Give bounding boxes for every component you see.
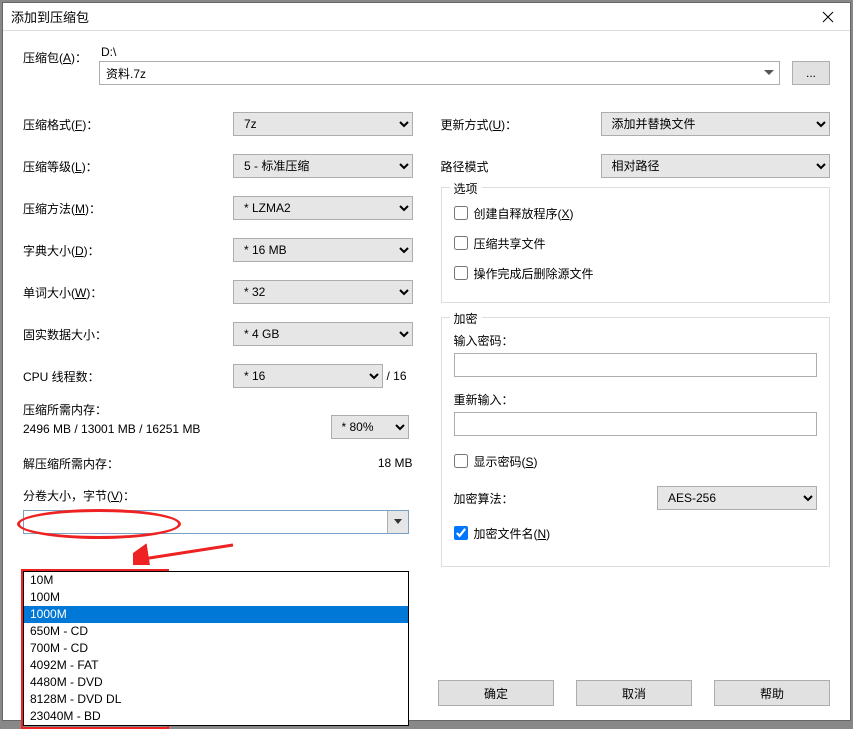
- ok-button[interactable]: 确定: [438, 680, 554, 706]
- password-input[interactable]: [454, 353, 818, 377]
- showpwd-checkbox[interactable]: [454, 454, 468, 468]
- compress-mem-row: 压缩所需内存： 2496 MB / 13001 MB / 16251 MB * …: [23, 401, 413, 439]
- dict-select[interactable]: * 16 MB: [233, 238, 413, 262]
- browse-button[interactable]: ...: [792, 61, 830, 85]
- pathmode-select[interactable]: 相对路径: [601, 154, 831, 178]
- format-select[interactable]: 7z: [233, 112, 413, 136]
- solid-row: 固实数据大小： * 4 GB: [23, 313, 413, 355]
- cpu-label: CPU 线程数：: [23, 368, 233, 385]
- solid-select[interactable]: * 4 GB: [233, 322, 413, 346]
- archive-name-input[interactable]: [99, 61, 780, 85]
- volume-option[interactable]: 8128M - DVD DL: [24, 691, 408, 708]
- update-row: 更新方式(U)： 添加并替换文件: [441, 103, 831, 145]
- enc-algo-select[interactable]: AES-256: [657, 486, 817, 510]
- encnames-label: 加密文件名(N): [474, 525, 551, 542]
- format-row: 压缩格式(F)： 7z: [23, 103, 413, 145]
- update-label: 更新方式(U)：: [441, 116, 601, 133]
- volume-input[interactable]: [23, 510, 409, 534]
- sfx-checkbox[interactable]: [454, 206, 468, 220]
- volume-label: 分卷大小，字节(V)：: [23, 487, 413, 504]
- volume-option[interactable]: 1000M: [24, 606, 408, 623]
- decompress-mem-row: 解压缩所需内存： 18 MB: [23, 449, 413, 477]
- dialog-body: 压缩包(A)： D:\ ... 压缩格式(F)： 7z 压缩等级(L)： 5 -…: [3, 31, 850, 720]
- word-select[interactable]: * 32: [233, 280, 413, 304]
- delete-label: 操作完成后删除源文件: [474, 265, 594, 282]
- showpwd-row: 显示密码(S): [454, 446, 818, 476]
- compress-mem-value: 2496 MB / 13001 MB / 16251 MB: [23, 422, 331, 436]
- close-button[interactable]: [814, 3, 842, 31]
- right-column: 更新方式(U)： 添加并替换文件 路径模式 相对路径 选项 创建自释放程序(X): [441, 103, 831, 581]
- password2-label: 重新输入：: [454, 391, 818, 408]
- showpwd-label: 显示密码(S): [474, 453, 538, 470]
- options-legend: 选项: [450, 180, 482, 197]
- help-button[interactable]: 帮助: [714, 680, 830, 706]
- delete-checkbox[interactable]: [454, 266, 468, 280]
- pathmode-row: 路径模式 相对路径: [441, 145, 831, 187]
- dict-row: 字典大小(D)： * 16 MB: [23, 229, 413, 271]
- method-row: 压缩方法(M)： * LZMA2: [23, 187, 413, 229]
- dict-label: 字典大小(D)：: [23, 242, 233, 259]
- cpu-row: CPU 线程数： * 16 / 16: [23, 355, 413, 397]
- titlebar: 添加到压缩包: [3, 3, 850, 31]
- volume-option[interactable]: 4480M - DVD: [24, 674, 408, 691]
- password-label: 输入密码：: [454, 332, 818, 349]
- enc-algo-label: 加密算法：: [454, 490, 658, 507]
- pathmode-label: 路径模式: [441, 158, 601, 175]
- delete-row: 操作完成后删除源文件: [454, 258, 818, 288]
- volume-section: 分卷大小，字节(V)：: [23, 487, 413, 534]
- decompress-mem-label: 解压缩所需内存：: [23, 455, 353, 472]
- archive-row: 压缩包(A)： D:\ ...: [23, 45, 830, 85]
- word-row: 单词大小(W)： * 32: [23, 271, 413, 313]
- mem-percent-select[interactable]: * 80%: [331, 415, 409, 439]
- window-title: 添加到压缩包: [11, 7, 814, 26]
- word-label: 单词大小(W)：: [23, 284, 233, 301]
- level-label: 压缩等级(L)：: [23, 158, 233, 175]
- volume-option[interactable]: 23040M - BD: [24, 708, 408, 725]
- volume-dropdown[interactable]: 10M100M1000M650M - CD700M - CD4092M - FA…: [23, 571, 409, 726]
- volume-option[interactable]: 100M: [24, 589, 408, 606]
- share-label: 压缩共享文件: [474, 235, 546, 252]
- dialog-window: 添加到压缩包 压缩包(A)： D:\ ... 压缩格式(F)： 7z: [2, 2, 851, 721]
- sfx-label: 创建自释放程序(X): [474, 205, 574, 222]
- level-row: 压缩等级(L)： 5 - 标准压缩: [23, 145, 413, 187]
- encnames-row: 加密文件名(N): [454, 518, 818, 548]
- share-row: 压缩共享文件: [454, 228, 818, 258]
- cpu-select[interactable]: * 16: [233, 364, 383, 388]
- encnames-checkbox[interactable]: [454, 526, 468, 540]
- volume-option[interactable]: 10M: [24, 572, 408, 589]
- volume-option[interactable]: 4092M - FAT: [24, 657, 408, 674]
- encrypt-group: 加密 输入密码： 重新输入： 显示密码(S) 加密算法： AES-256: [441, 317, 831, 567]
- options-group: 选项 创建自释放程序(X) 压缩共享文件 操作完成后删除源文件: [441, 187, 831, 303]
- method-label: 压缩方法(M)：: [23, 200, 233, 217]
- cpu-total: / 16: [383, 369, 413, 383]
- columns: 压缩格式(F)： 7z 压缩等级(L)： 5 - 标准压缩 压缩方法(M)： *…: [23, 103, 830, 581]
- button-row: 确定 取消 帮助: [438, 680, 830, 706]
- sfx-row: 创建自释放程序(X): [454, 198, 818, 228]
- close-icon: [822, 11, 834, 23]
- volume-option[interactable]: 700M - CD: [24, 640, 408, 657]
- decompress-mem-value: 18 MB: [353, 456, 413, 470]
- archive-mid: D:\: [99, 45, 780, 85]
- share-checkbox[interactable]: [454, 236, 468, 250]
- cancel-button[interactable]: 取消: [576, 680, 692, 706]
- compress-mem-label: 压缩所需内存：: [23, 401, 331, 418]
- enc-algo-row: 加密算法： AES-256: [454, 486, 818, 510]
- method-select[interactable]: * LZMA2: [233, 196, 413, 220]
- format-label: 压缩格式(F)：: [23, 116, 233, 133]
- update-select[interactable]: 添加并替换文件: [601, 112, 831, 136]
- encrypt-legend: 加密: [450, 310, 482, 327]
- volume-option[interactable]: 650M - CD: [24, 623, 408, 640]
- level-select[interactable]: 5 - 标准压缩: [233, 154, 413, 178]
- archive-label: 压缩包(A)：: [23, 45, 99, 66]
- left-column: 压缩格式(F)： 7z 压缩等级(L)： 5 - 标准压缩 压缩方法(M)： *…: [23, 103, 413, 581]
- archive-path: D:\: [99, 45, 780, 61]
- password2-input[interactable]: [454, 412, 818, 436]
- solid-label: 固实数据大小：: [23, 326, 233, 343]
